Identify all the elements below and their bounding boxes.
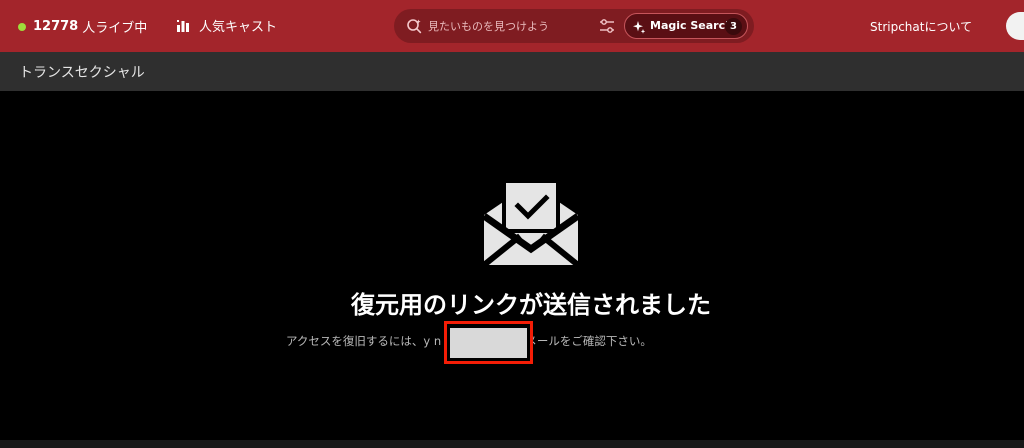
popular-bars-icon [177,19,189,32]
slider-filter-icon[interactable] [598,18,616,34]
search-bar[interactable]: Magic Search 3 [394,9,754,43]
search-input[interactable] [428,16,578,36]
open-envelope-check-icon [484,179,578,265]
popular-casts-label: 人気キャスト [199,20,278,35]
header-toggle-button[interactable] [1006,12,1024,40]
sparkle-search-icon [407,19,422,34]
top-header: 12778 人ライブ中 人気キャスト Magi [0,0,1024,52]
about-stripchat-link[interactable]: Stripchatについて [870,18,972,35]
live-performers-label: 人ライブ中 [82,21,148,36]
live-performers-count: 12778 [33,19,79,34]
page-footer-strip [0,440,1024,448]
recovery-confirmation-panel: 復元用のリンクが送信されました アクセスを復旧するには、y n 宛に送信されたメ… [0,91,1024,440]
redacted-email-box [450,328,527,358]
live-status-dot [18,22,26,31]
live-performers-indicator[interactable]: 12778 人ライブ中 [18,17,147,36]
magic-search-count-badge: 3 [725,18,742,35]
sparkle-icon [633,21,646,34]
category-bar: トランスセクシャル [0,52,1024,91]
redacted-email-highlight [444,321,533,364]
popular-casts-link[interactable]: 人気キャスト [175,16,277,35]
category-title: トランスセクシャル [19,65,145,81]
recovery-link-sent-title: 復元用のリンクが送信されました [351,291,711,319]
magic-search-label: Magic Search [650,19,733,32]
magic-search-button[interactable]: Magic Search 3 [624,13,748,39]
